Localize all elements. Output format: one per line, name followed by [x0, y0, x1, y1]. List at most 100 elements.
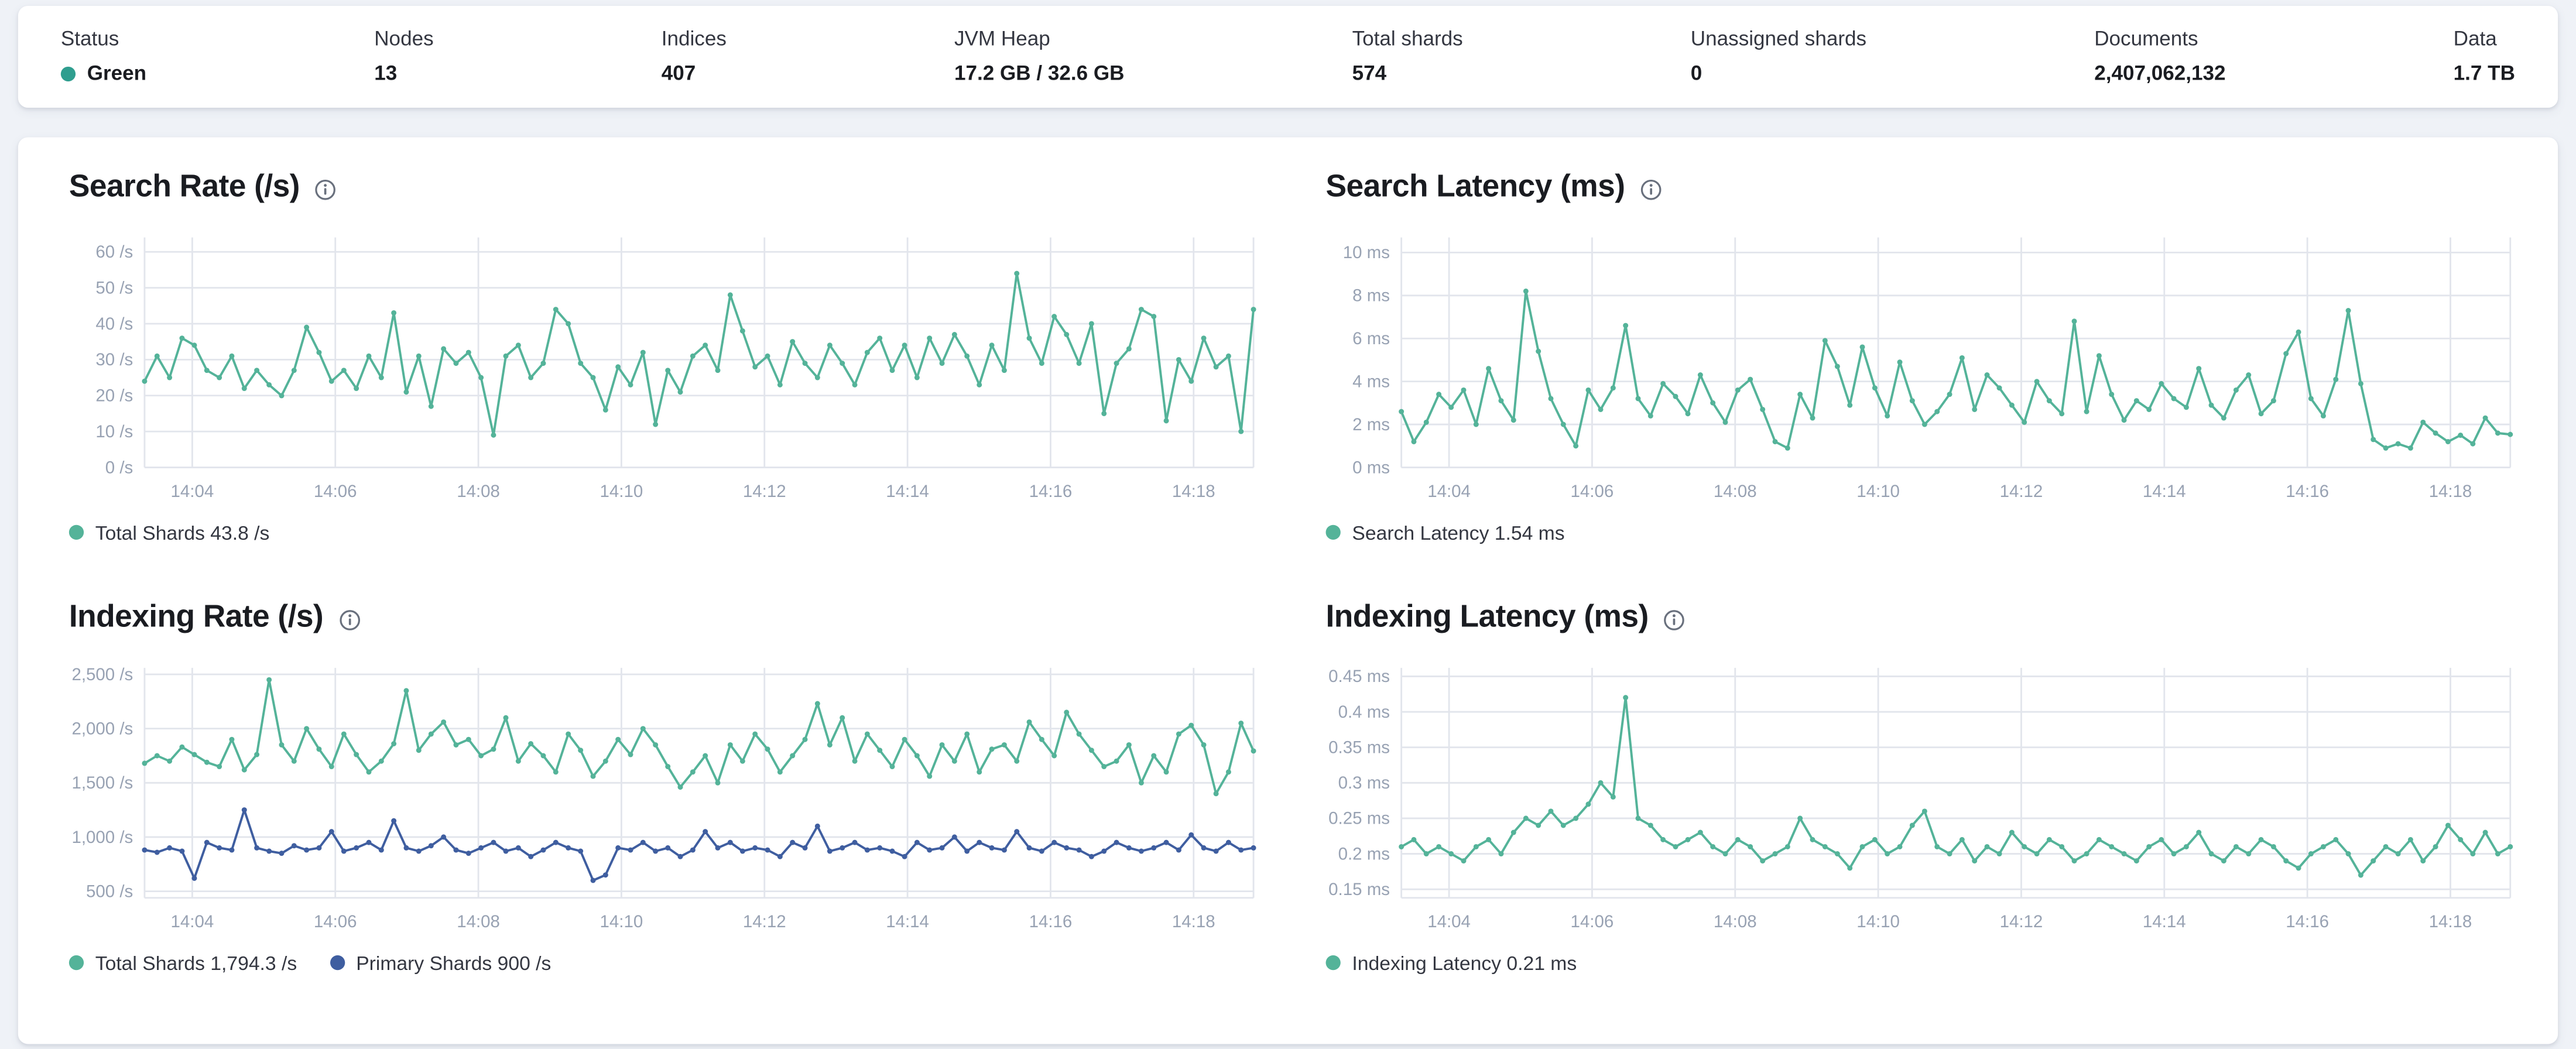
info-icon[interactable]	[338, 609, 361, 632]
chart-title: Indexing Rate (/s)	[68, 600, 324, 635]
metric-unassigned-shards: Unassigned shards 0	[1691, 27, 1866, 86]
metric-jvm-heap: JVM Heap 17.2 GB / 32.6 GB	[954, 27, 1125, 86]
legend-color-dot	[1325, 955, 1341, 971]
svg-text:14:12: 14:12	[2000, 911, 2043, 931]
legend-item[interactable]: Indexing Latency 0.21 ms	[1325, 951, 1577, 975]
metric-value: 407	[661, 61, 696, 85]
indexing-rate-chart[interactable]: 14:04 14:06 14:08 14:10 14:12 14:14 14:16 14:18…	[53, 654, 1267, 937]
search-latency-chart[interactable]: 14:04 14:06 14:08 14:10 14:12 14:14 14:16 14:18…	[1309, 224, 2523, 507]
metric-label: JVM Heap	[954, 27, 1050, 50]
svg-text:14:06: 14:06	[314, 911, 357, 931]
svg-text:0 ms: 0 ms	[1352, 458, 1390, 477]
svg-text:14:06: 14:06	[1571, 911, 1614, 931]
svg-text:14:18: 14:18	[2429, 481, 2472, 500]
svg-text:14:10: 14:10	[600, 911, 643, 931]
metric-label: Indices	[661, 27, 727, 50]
svg-text:14:04: 14:04	[171, 911, 214, 931]
metric-value: 1.7 TB	[2453, 61, 2515, 85]
svg-text:14:18: 14:18	[2429, 911, 2472, 931]
svg-text:14:04: 14:04	[1427, 481, 1471, 500]
svg-text:14:10: 14:10	[1856, 481, 1900, 500]
svg-text:14:10: 14:10	[600, 481, 643, 500]
legend-item[interactable]: Total Shards 1,794.3 /s	[68, 951, 297, 975]
search-rate-chart-block: Search Rate (/s) 14:04 14:06 14:08 14:10 14:…	[53, 170, 1267, 544]
svg-text:14:08: 14:08	[1714, 481, 1757, 500]
svg-text:10 /s: 10 /s	[95, 421, 133, 441]
svg-text:0.15 ms: 0.15 ms	[1328, 879, 1390, 899]
chart-title-row: Search Rate (/s)	[69, 170, 1267, 208]
svg-text:14:14: 14:14	[2143, 481, 2186, 500]
metrics-panel: Search Rate (/s) 14:04 14:06 14:08 14:10 14:…	[18, 137, 2558, 1044]
legend-color-dot	[330, 955, 345, 971]
svg-text:14:16: 14:16	[1029, 911, 1073, 931]
svg-text:14:14: 14:14	[886, 911, 929, 931]
metric-documents: Documents 2,407,062,132	[2094, 27, 2225, 86]
metric-value: Green	[60, 61, 147, 86]
svg-text:2,000 /s: 2,000 /s	[71, 718, 133, 738]
legend-label: Search Latency 1.54 ms	[1352, 521, 1565, 544]
cluster-overview-page: Status Green Nodes 13 Indices 407 JVM He…	[0, 6, 2576, 1049]
legend-label: Indexing Latency 0.21 ms	[1352, 951, 1577, 975]
charts-grid: Search Rate (/s) 14:04 14:06 14:08 14:10 14:…	[53, 170, 2523, 975]
cluster-summary-bar: Status Green Nodes 13 Indices 407 JVM He…	[18, 6, 2558, 108]
status-green-dot	[60, 66, 76, 82]
svg-text:14:12: 14:12	[743, 481, 786, 500]
metric-label: Data	[2453, 27, 2497, 50]
svg-text:14:12: 14:12	[743, 911, 786, 931]
svg-text:14:08: 14:08	[457, 911, 500, 931]
svg-text:14:16: 14:16	[2286, 911, 2329, 931]
legend-item[interactable]: Search Latency 1.54 ms	[1325, 521, 1565, 544]
indexing-latency-chart-block: Indexing Latency (ms) 14:04 14:06 14:08 14:…	[1309, 600, 2523, 974]
svg-text:2 ms: 2 ms	[1352, 414, 1390, 434]
metric-label: Unassigned shards	[1690, 27, 1867, 50]
svg-text:14:14: 14:14	[2143, 911, 2186, 931]
svg-text:10 ms: 10 ms	[1343, 243, 1390, 262]
indexing-latency-legend: Indexing Latency 0.21 ms	[1309, 951, 2523, 974]
svg-text:14:10: 14:10	[1856, 911, 1900, 931]
chart-svg: 14:04 14:06 14:08 14:10 14:12 14:14 14:16 14:18…	[71, 664, 1256, 931]
svg-text:8 ms: 8 ms	[1352, 286, 1390, 305]
chart-title-row: Search Latency (ms)	[1326, 170, 2524, 208]
svg-text:14:08: 14:08	[457, 481, 500, 500]
legend-item[interactable]: Primary Shards 900 /s	[330, 951, 551, 974]
metric-value: 13	[374, 61, 398, 85]
svg-text:1,000 /s: 1,000 /s	[71, 827, 133, 846]
svg-text:14:16: 14:16	[1029, 481, 1073, 500]
legend-color-dot	[68, 525, 84, 540]
search-rate-chart[interactable]: 14:04 14:06 14:08 14:10 14:12 14:14 14:16 14:18…	[53, 224, 1267, 507]
metric-indices: Indices 407	[662, 27, 727, 86]
svg-text:0.35 ms: 0.35 ms	[1328, 737, 1390, 756]
metric-label: Documents	[2094, 27, 2198, 50]
search-latency-chart-block: Search Latency (ms) 14:04 14:06 14:08 14:10…	[1309, 170, 2523, 544]
svg-text:1,500 /s: 1,500 /s	[71, 773, 133, 792]
chart-title: Search Rate (/s)	[68, 170, 300, 205]
legend-color-dot	[68, 955, 84, 971]
legend-label: Total Shards 43.8 /s	[95, 521, 270, 544]
svg-text:6 ms: 6 ms	[1352, 328, 1390, 348]
svg-text:20 /s: 20 /s	[95, 386, 133, 405]
info-icon[interactable]	[1663, 609, 1686, 632]
status-text: Green	[87, 61, 147, 85]
metric-value: 574	[1352, 61, 1387, 85]
chart-title: Indexing Latency (ms)	[1325, 600, 1649, 635]
info-icon[interactable]	[314, 179, 337, 202]
svg-text:0.25 ms: 0.25 ms	[1328, 808, 1390, 828]
info-icon[interactable]	[1640, 179, 1663, 202]
svg-text:14:18: 14:18	[1172, 911, 1215, 931]
chart-svg: 14:04 14:06 14:08 14:10 14:12 14:14 14:16 14:18…	[95, 237, 1256, 500]
svg-text:14:14: 14:14	[886, 481, 929, 500]
legend-label: Primary Shards 900 /s	[356, 951, 551, 975]
svg-text:0.2 ms: 0.2 ms	[1338, 844, 1390, 863]
chart-svg: 14:04 14:06 14:08 14:10 14:12 14:14 14:16 14:18…	[1328, 666, 2513, 931]
search-latency-legend: Search Latency 1.54 ms	[1309, 522, 2523, 544]
metric-status: Status Green	[60, 27, 147, 86]
svg-text:14:06: 14:06	[314, 481, 357, 500]
svg-text:14:16: 14:16	[2286, 481, 2329, 500]
indexing-latency-chart[interactable]: 14:04 14:06 14:08 14:10 14:12 14:14 14:16 14:18…	[1309, 654, 2523, 937]
legend-color-dot	[1325, 525, 1341, 540]
svg-text:40 /s: 40 /s	[95, 314, 133, 333]
chart-svg: 14:04 14:06 14:08 14:10 14:12 14:14 14:16 14:18…	[1343, 237, 2513, 500]
svg-text:30 /s: 30 /s	[95, 350, 133, 369]
legend-item[interactable]: Total Shards 43.8 /s	[68, 521, 270, 544]
legend-label: Total Shards 1,794.3 /s	[95, 951, 297, 975]
